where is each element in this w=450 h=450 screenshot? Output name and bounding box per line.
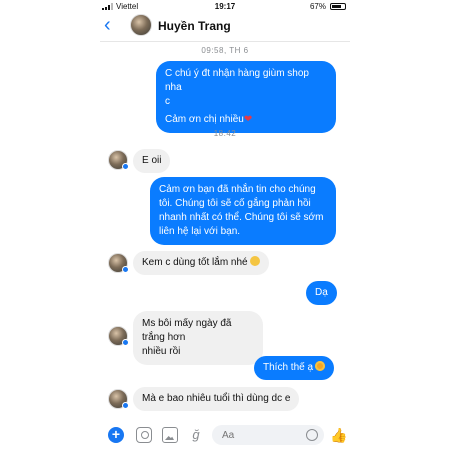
message-line: Cảm ơn chị nhiều❤ (165, 113, 327, 127)
conversation-header: ‹ Huyền Trang (100, 12, 350, 42)
message-line: c (165, 96, 170, 107)
message-line: nhiều rồi (142, 346, 181, 357)
messenger-badge-icon (122, 339, 129, 346)
status-right: 67% (310, 2, 346, 11)
heart-eyes-emoji-icon (315, 361, 326, 371)
message-bubble-incoming[interactable]: Ms bôi mấy ngày đã trắng hơn nhiều rồi (133, 311, 263, 365)
message-input[interactable] (212, 425, 292, 446)
plus-icon[interactable]: + (108, 427, 124, 443)
composer-toolbar: + ğ 👍 (100, 418, 350, 450)
message-text: Kem c dùng tốt lắm nhé (142, 257, 248, 268)
gallery-icon[interactable] (162, 427, 178, 443)
message-bubble-outgoing[interactable]: C chú ý đt nhận hàng giùm shop nha c Cảm… (156, 61, 336, 133)
messenger-badge-icon (122, 163, 129, 170)
back-chevron-icon[interactable]: ‹ (104, 15, 111, 35)
message-text: Mà e bao nhiêu tuổi thì dùng dc e (142, 393, 291, 404)
message-bubble-incoming[interactable]: Kem c dùng tốt lắm nhé (133, 251, 269, 275)
message-line: liên hệ lại với bạn. (159, 226, 241, 237)
message-line: Cảm ơn bạn đã nhắn tin cho chúng (159, 184, 316, 195)
message-bubble-outgoing[interactable]: Cảm ơn bạn đã nhắn tin cho chúng tôi. Ch… (150, 177, 336, 245)
timestamp: 18:42 (213, 129, 237, 138)
contact-name[interactable]: Huyền Trang (158, 19, 231, 33)
battery-icon (330, 3, 346, 10)
message-line: tôi. Chúng tôi sẽ cố gắng phản hồi (159, 198, 311, 209)
camera-icon[interactable] (136, 427, 152, 443)
mic-icon[interactable]: ğ (188, 427, 204, 443)
message-line: Ms bôi mấy ngày đã trắng hơn (142, 318, 232, 343)
avatar[interactable] (108, 326, 129, 346)
message-text: Thích thế ạ (263, 362, 314, 373)
message-line: nhanh nhất có thể. Chúng tôi sẽ sớm (159, 212, 324, 223)
message-bubble-outgoing[interactable]: Dạ (306, 281, 337, 305)
heart-icon: ❤ (243, 114, 253, 125)
avatar[interactable] (130, 14, 152, 36)
emoji-icon[interactable] (306, 429, 318, 441)
thumbs-up-icon[interactable]: 👍 (330, 427, 347, 443)
message-text: Dạ (315, 287, 328, 298)
message-line: C chú ý đt nhận hàng giùm shop nha (165, 68, 309, 93)
message-bubble-incoming[interactable]: Mà e bao nhiêu tuổi thì dùng dc e (133, 387, 300, 411)
avatar[interactable] (108, 389, 129, 409)
battery-percent: 67% (309, 2, 326, 11)
message-text: E oii (142, 155, 162, 166)
avatar[interactable] (108, 253, 129, 273)
message-compose[interactable] (212, 425, 324, 446)
messenger-badge-icon (122, 402, 129, 409)
message-text: Cảm ơn chị nhiều (165, 114, 244, 125)
avatar[interactable] (108, 150, 129, 170)
timestamp: 09:58, TH 6 (201, 46, 249, 55)
smiley-emoji-icon (249, 256, 260, 266)
message-bubble-outgoing[interactable]: Thích thế ạ (254, 356, 335, 380)
messenger-badge-icon (122, 266, 129, 273)
message-bubble-incoming[interactable]: E oii (133, 149, 171, 173)
